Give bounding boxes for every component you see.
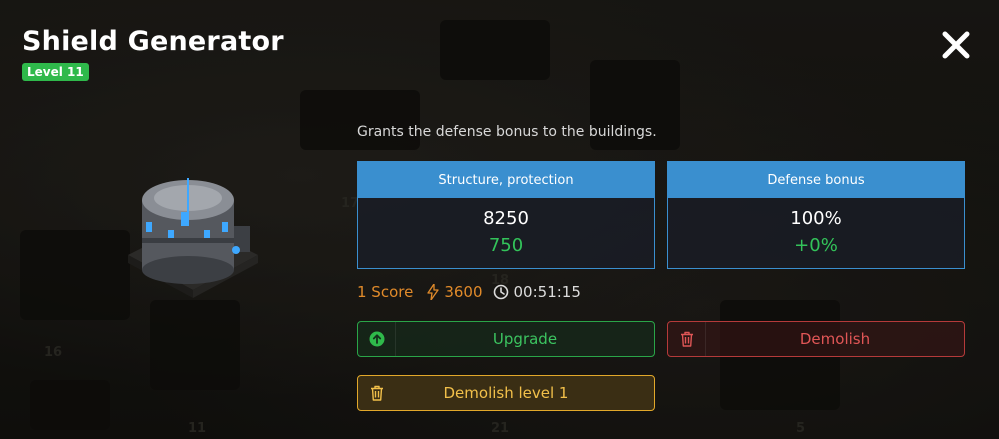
trash-icon — [680, 331, 693, 347]
upgrade-button[interactable]: Upgrade — [357, 321, 655, 357]
demolish-icon-cell — [668, 322, 706, 356]
stat-card-value: 100% — [790, 208, 842, 229]
stat-card-structure: Structure, protection 8250 750 — [357, 161, 655, 269]
stat-card-defense-bonus: Defense bonus 100% +0% — [667, 161, 965, 269]
clock-icon — [493, 284, 508, 300]
arrow-up-circle-icon — [369, 331, 384, 347]
close-icon — [942, 31, 970, 59]
close-button[interactable] — [938, 27, 974, 63]
demolish-level-label: Demolish level 1 — [443, 384, 569, 402]
energy-cost: 3600 — [427, 283, 483, 301]
lightning-icon — [427, 284, 439, 300]
stat-card-value: 8250 — [483, 208, 529, 229]
trash-icon — [370, 385, 383, 401]
stat-card-delta: +0% — [794, 235, 838, 256]
demolish-level-icon-cell — [358, 376, 395, 410]
demolish-level-button[interactable]: Demolish level 1 — [357, 375, 655, 411]
upgrade-cost-row: 1 Score 3600 00:51:15 — [357, 283, 581, 301]
build-time: 00:51:15 — [493, 283, 581, 301]
demolish-label: Demolish — [799, 330, 871, 348]
time-value: 00:51:15 — [513, 283, 581, 301]
stat-card-header: Defense bonus — [668, 162, 964, 198]
demolish-button[interactable]: Demolish — [667, 321, 965, 357]
energy-value: 3600 — [444, 283, 483, 301]
building-title: Shield Generator — [22, 26, 284, 57]
stat-card-header: Structure, protection — [358, 162, 654, 198]
stat-card-delta: 750 — [488, 235, 524, 256]
shield-generator-illustration — [128, 178, 258, 298]
score-label: 1 Score — [357, 283, 414, 301]
upgrade-label: Upgrade — [492, 330, 558, 348]
upgrade-icon-cell — [358, 322, 396, 356]
building-description: Grants the defense bonus to the building… — [357, 124, 657, 140]
level-badge: Level 11 — [22, 63, 89, 81]
